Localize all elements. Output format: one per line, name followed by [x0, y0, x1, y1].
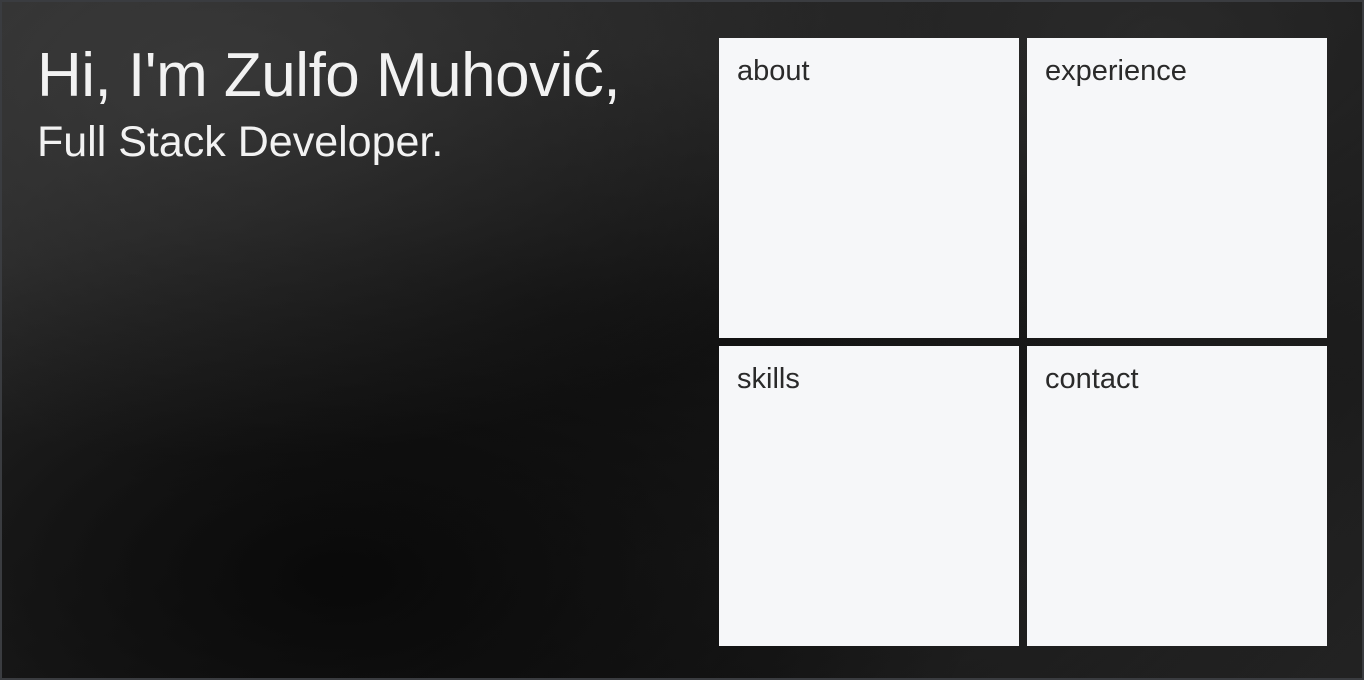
tile-skills-label: skills	[737, 363, 800, 395]
tile-contact-label: contact	[1045, 363, 1139, 395]
nav-tile-grid: about experience skills contact	[719, 38, 1327, 646]
tile-skills[interactable]: skills	[719, 346, 1019, 646]
intro-section: Hi, I'm Zulfo Muhović, Full Stack Develo…	[37, 40, 621, 169]
tile-experience-label: experience	[1045, 55, 1187, 87]
hero-headline: Hi, I'm Zulfo Muhović,	[37, 41, 621, 110]
hero-subtitle: Full Stack Developer.	[37, 118, 444, 167]
tile-experience[interactable]: experience	[1027, 38, 1327, 338]
tile-about[interactable]: about	[719, 38, 1019, 338]
page-background: Hi, I'm Zulfo Muhović, Full Stack Develo…	[0, 0, 1364, 680]
tile-about-label: about	[737, 55, 810, 87]
tile-contact[interactable]: contact	[1027, 346, 1327, 646]
